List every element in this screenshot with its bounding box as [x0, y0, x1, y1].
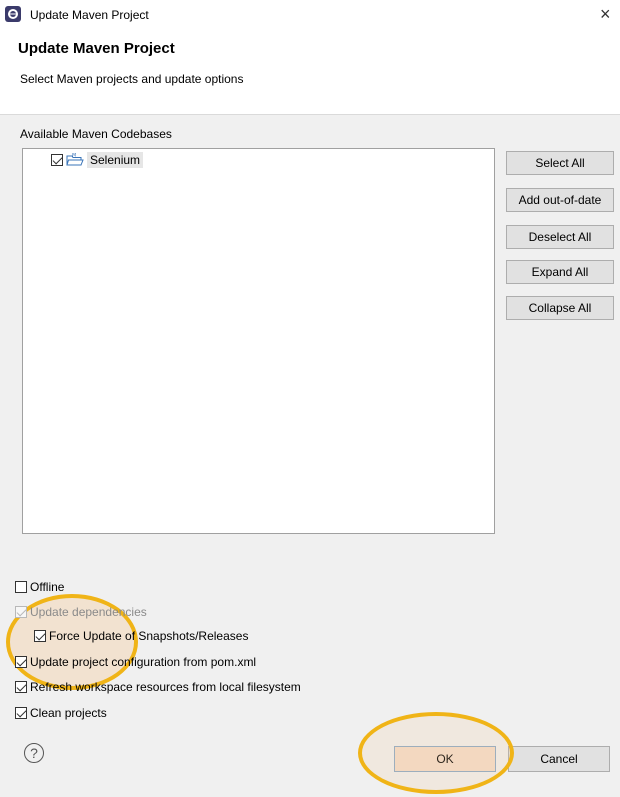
update-dependencies-label: Update dependencies — [30, 605, 147, 619]
deselect-all-button[interactable]: Deselect All — [506, 225, 614, 249]
force-update-checkbox[interactable] — [34, 630, 46, 642]
selenium-checkbox[interactable] — [51, 154, 63, 166]
svg-text:M: M — [72, 153, 76, 159]
cancel-button[interactable]: Cancel — [508, 746, 610, 772]
select-all-button[interactable]: Select All — [506, 151, 614, 175]
maven-project-folder-icon: M — [66, 153, 84, 166]
codebases-label: Available Maven Codebases — [20, 127, 172, 141]
window-title: Update Maven Project — [30, 8, 149, 22]
update-config-checkbox[interactable] — [15, 656, 27, 668]
update-dependencies-checkbox — [15, 606, 27, 618]
force-update-label: Force Update of Snapshots/Releases — [49, 629, 249, 643]
update-config-option[interactable]: Update project configuration from pom.xm… — [15, 653, 256, 671]
collapse-all-button[interactable]: Collapse All — [506, 296, 614, 320]
add-out-of-date-button[interactable]: Add out-of-date — [506, 188, 614, 212]
eclipse-app-icon — [5, 6, 21, 22]
codebases-tree[interactable] — [22, 148, 495, 534]
offline-option[interactable]: Offline — [15, 578, 64, 596]
close-icon[interactable]: × — [600, 4, 611, 25]
tree-item-selenium[interactable]: M Selenium — [28, 150, 144, 170]
refresh-workspace-label: Refresh workspace resources from local f… — [30, 680, 301, 694]
offline-checkbox[interactable] — [15, 581, 27, 593]
update-dependencies-option: Update dependencies — [15, 603, 147, 621]
update-config-label: Update project configuration from pom.xm… — [30, 655, 257, 669]
clean-projects-label: Clean projects — [30, 706, 107, 720]
force-update-option[interactable]: Force Update of Snapshots/Releases — [34, 627, 248, 645]
refresh-workspace-option[interactable]: Refresh workspace resources from local f… — [15, 678, 301, 696]
refresh-workspace-checkbox[interactable] — [15, 681, 27, 693]
highlight-circle-ok — [358, 712, 514, 794]
clean-projects-checkbox[interactable] — [15, 707, 27, 719]
expand-all-button[interactable]: Expand All — [506, 260, 614, 284]
dialog-description: Select Maven projects and update options — [20, 72, 244, 86]
tree-item-label: Selenium — [87, 152, 144, 168]
help-icon[interactable]: ? — [24, 743, 44, 763]
dialog-heading: Update Maven Project — [18, 40, 175, 57]
clean-projects-option[interactable]: Clean projects — [15, 704, 107, 722]
offline-label: Offline — [30, 580, 65, 594]
